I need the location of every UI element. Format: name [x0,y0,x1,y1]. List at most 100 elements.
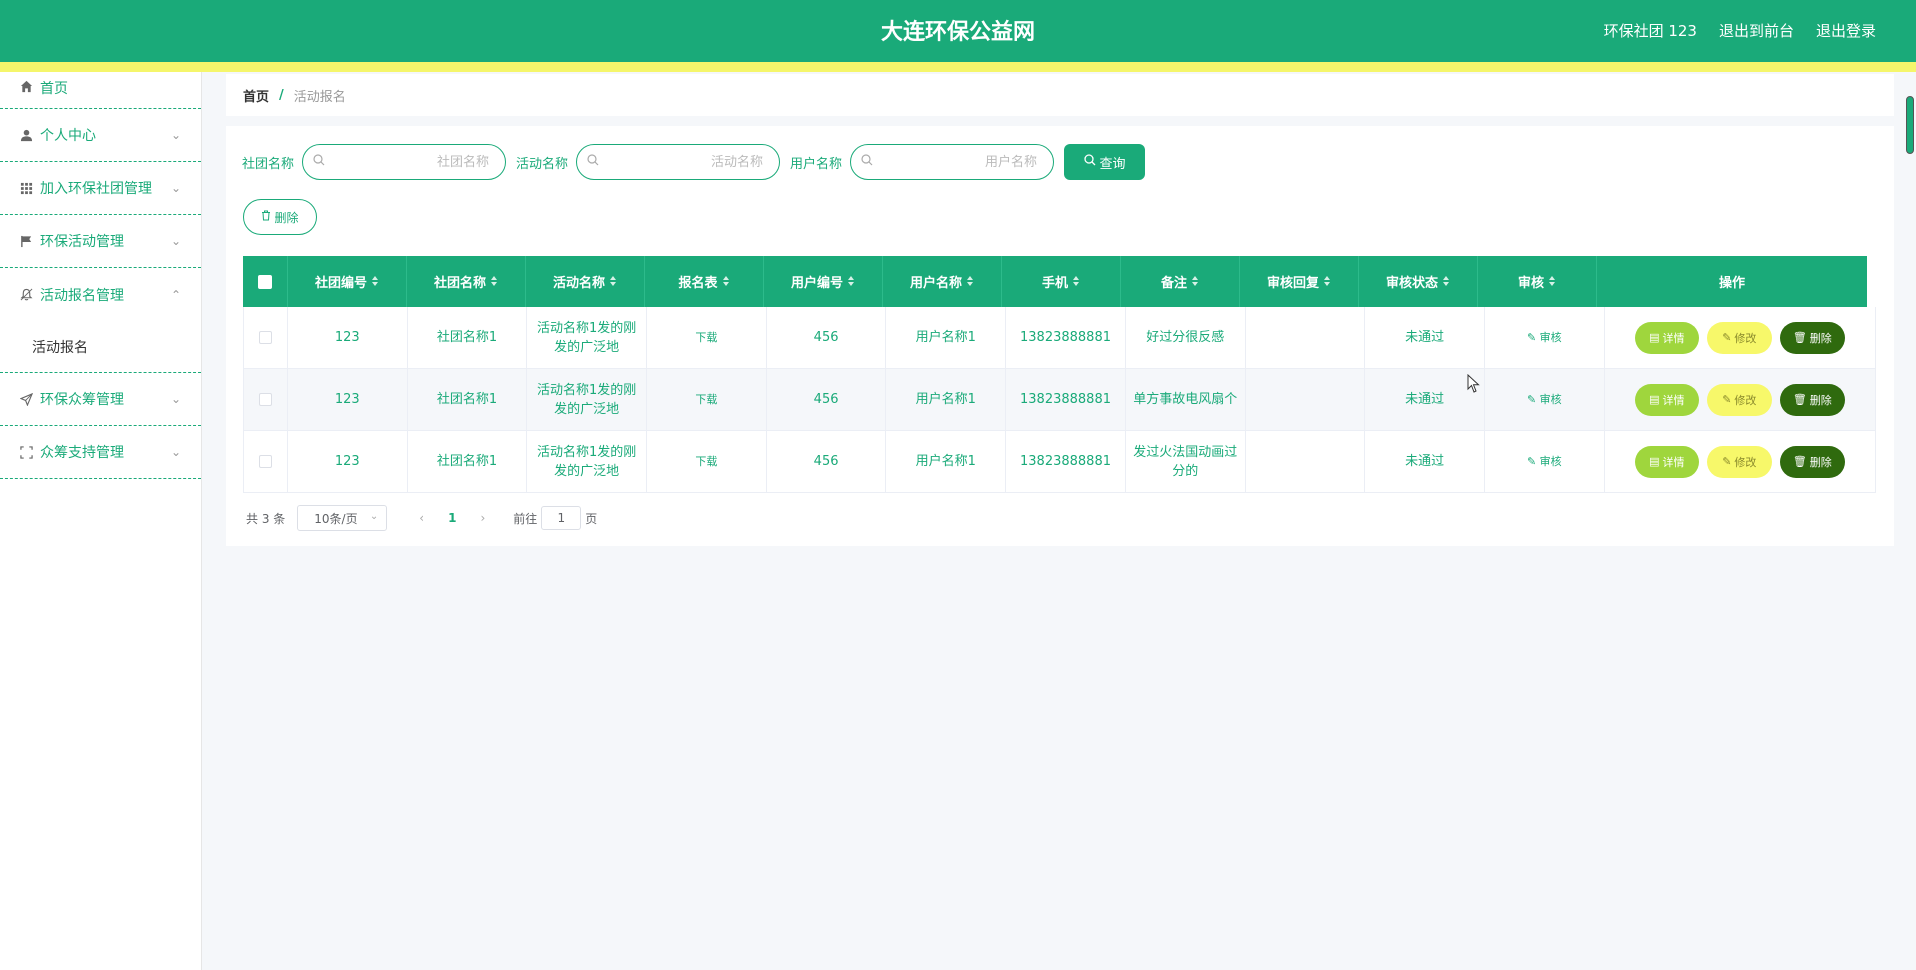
breadcrumb-current: 活动报名 [293,89,346,105]
next-page-icon[interactable]: › [480,511,485,525]
edit-icon: ✎ [1722,393,1732,406]
trash-icon: 🗑 [1792,393,1807,406]
chevron-down-icon: ⌄ [170,181,181,195]
sidebar-item-activity-management[interactable]: 环保活动管理 ⌄ [0,215,201,268]
search-icon [587,154,599,170]
search-icon [861,154,873,170]
delete-button[interactable]: 🗑 删除 [1779,445,1845,478]
column-label: 活动名称 [552,276,605,291]
cell-club-no: 123 [288,431,408,492]
edit-button[interactable]: ✎ 修改 [1706,445,1772,478]
edit-button-label: 修改 [1734,393,1757,407]
audit-link-label: 审核 [1539,455,1562,468]
detail-button[interactable]: ▤ 详情 [1634,383,1699,416]
cell-audit: ✎ 审核 [1485,307,1605,368]
col-audit[interactable]: 审核 [1478,256,1597,307]
col-club-no[interactable]: 社团编号 [288,256,407,307]
document-icon: ▤ [1649,393,1660,406]
sidebar-item-label: 环保活动管理 [40,234,124,250]
col-remark[interactable]: 备注 [1121,256,1240,307]
sidebar-item-home[interactable]: 首页 ⌄ [0,72,201,109]
breadcrumb-home[interactable]: 首页 [243,86,269,105]
main-panel: 社团名称 活动名称 用户名称 查询 [226,126,1894,546]
audit-link[interactable]: ✎ 审核 [1527,390,1562,409]
delete-button[interactable]: 🗑 删除 [1779,383,1845,416]
select-all-cell [243,256,288,307]
current-user-label: 环保社团 123 [1603,22,1697,40]
sidebar-subitem-signup[interactable]: 活动报名 [0,321,201,373]
sidebar-item-club-management[interactable]: 加入环保社团管理 ⌄ [0,162,201,215]
sort-icon [371,275,379,288]
delete-button[interactable]: 🗑 删除 [1779,321,1845,354]
page-number-current[interactable]: 1 [448,511,456,525]
query-button[interactable]: 查询 [1064,144,1146,180]
cell-reply [1246,307,1366,368]
header-links: 环保社团 123 退出到前台 退出登录 [1604,20,1876,41]
row-checkbox[interactable] [258,455,272,468]
row-checkbox[interactable] [258,331,272,344]
sidebar-item-crowdfunding-management[interactable]: 环保众筹管理 ⌄ [0,373,201,426]
download-link[interactable]: 下载 [695,328,717,347]
detail-button-label: 详情 [1662,331,1685,345]
audit-link-label: 审核 [1539,393,1562,406]
col-audit-status[interactable]: 审核状态 [1359,256,1478,307]
audit-link[interactable]: ✎ 审核 [1527,452,1562,471]
detail-button-label: 详情 [1662,455,1685,469]
cell-user-no: 456 [767,431,887,492]
download-link[interactable]: 下载 [695,390,717,409]
document-icon: ▤ [1649,331,1660,344]
audit-link[interactable]: ✎ 审核 [1527,328,1562,347]
scrollbar-thumb[interactable] [1906,96,1914,154]
edit-button-label: 修改 [1734,455,1757,469]
select-all-checkbox[interactable] [258,274,272,289]
cell-activity: 活动名称1发的刚发的广泛地 [527,307,648,368]
cell-actions: ▤ 详情 ✎ 修改 🗑 删除 [1605,369,1876,430]
col-activity-name[interactable]: 活动名称 [526,256,645,307]
col-club-name[interactable]: 社团名称 [407,256,526,307]
sidebar-item-label: 活动报名管理 [40,287,124,304]
bulk-delete-button[interactable]: 删除 [243,199,317,235]
col-signup-form[interactable]: 报名表 [645,256,764,307]
sidebar-item-personal-center[interactable]: 个人中心 ⌄ [0,109,201,162]
detail-button[interactable]: ▤ 详情 [1634,445,1699,478]
page-size-select[interactable]: 10条/页 ⌄ [297,505,388,531]
goto-page-input[interactable] [541,506,582,530]
cell-club-name: 社团名称1 [408,369,528,430]
col-phone[interactable]: 手机 [1002,256,1121,307]
cell-form: 下载 [647,369,767,430]
user-name-field [850,144,1055,180]
col-user-name[interactable]: 用户名称 [883,256,1002,307]
row-checkbox[interactable] [258,393,272,406]
row-select-cell [244,307,288,368]
edit-button[interactable]: ✎ 修改 [1706,383,1772,416]
chevron-down-icon: ⌄ [170,234,181,248]
chevron-down-icon: ⌄ [369,511,379,522]
back-to-front-link[interactable]: 退出到前台 [1719,20,1794,41]
document-icon: ▤ [1649,455,1660,468]
download-link[interactable]: 下载 [695,452,717,471]
club-name-input[interactable] [333,145,490,179]
bell-icon [18,287,34,303]
sidebar-item-support-management[interactable]: 众筹支持管理 ⌄ [0,426,201,479]
query-button-label: 查询 [1099,156,1126,172]
prev-page-icon[interactable]: ‹ [419,511,424,525]
cell-reply [1246,431,1366,492]
logout-link[interactable]: 退出登录 [1816,20,1876,41]
flag-icon [18,233,34,249]
detail-button[interactable]: ▤ 详情 [1634,321,1699,354]
search-icon [313,154,325,170]
user-name-label: 用户名称 [790,156,843,172]
club-name-field [302,144,507,180]
col-user-no[interactable]: 用户编号 [764,256,883,307]
page-suffix: 页 [585,511,598,526]
cell-phone: 13823888881 [1006,431,1126,492]
user-name-input[interactable] [881,145,1038,179]
activity-name-input[interactable] [607,145,764,179]
column-label: 报名表 [678,276,718,291]
sidebar-item-signup-management[interactable]: 活动报名管理 ⌃ [0,268,201,321]
page-scrollbar[interactable] [1904,72,1916,970]
edit-button[interactable]: ✎ 修改 [1706,321,1772,354]
breadcrumb: 首页 / 活动报名 [226,74,1894,116]
sidebar: 首页 ⌄ 个人中心 ⌄ 加入环保社团管理 ⌄ 环保活动管理 ⌄ 活动报名管理 ⌃… [0,72,202,970]
col-audit-reply[interactable]: 审核回复 [1240,256,1359,307]
